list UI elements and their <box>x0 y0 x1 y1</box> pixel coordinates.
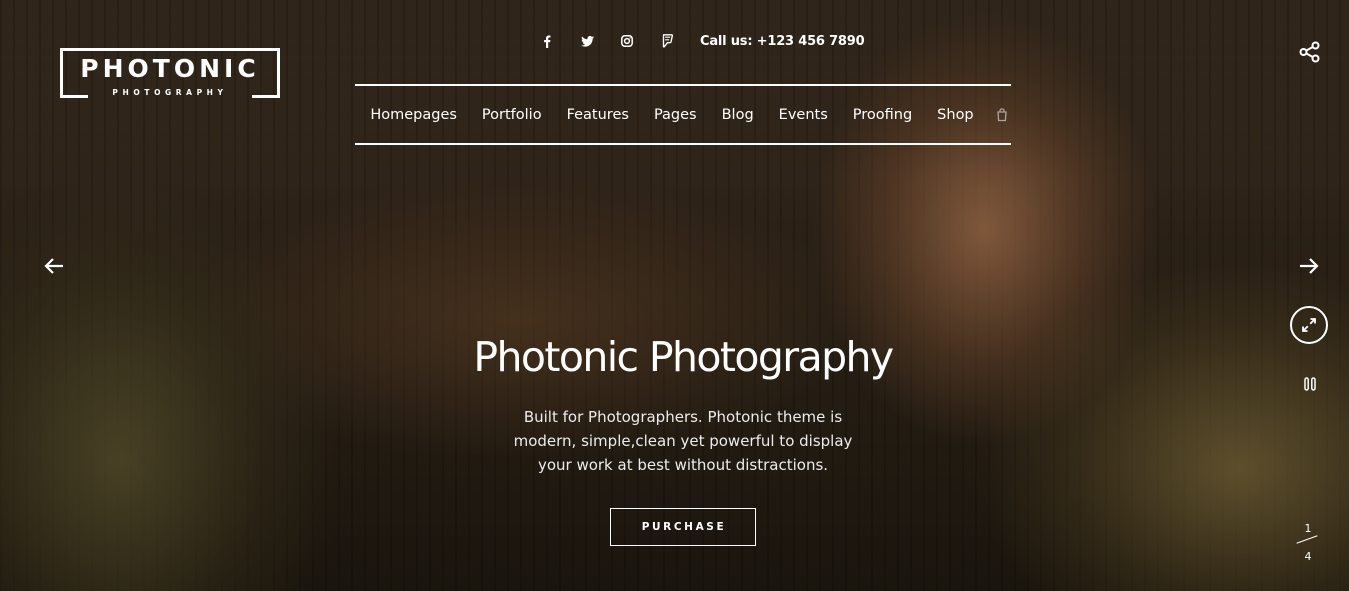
twitter-icon[interactable] <box>580 34 594 48</box>
slide-description: Built for Photographers. Photonic theme … <box>513 408 853 474</box>
logo-text: PHOTONIC <box>80 54 260 83</box>
slide-total: 4 <box>1304 550 1312 563</box>
main-nav: Homepages Portfolio Features Pages Blog … <box>355 84 1011 145</box>
arrow-right-icon[interactable] <box>1297 254 1321 278</box>
nav-item-proofing[interactable]: Proofing <box>853 107 912 123</box>
facebook-icon[interactable] <box>540 34 554 48</box>
instagram-icon[interactable] <box>620 34 634 48</box>
nav-item-events[interactable]: Events <box>779 107 828 123</box>
phone-number: Call us: +123 456 7890 <box>700 33 865 49</box>
slide-title: Photonic Photography <box>473 333 894 381</box>
top-bar: Call us: +123 456 7890 <box>540 30 865 52</box>
foursquare-icon[interactable] <box>660 34 674 48</box>
nav-item-homepages[interactable]: Homepages <box>370 107 457 123</box>
logo-subtext: PHOTOGRAPHY <box>112 88 228 97</box>
nav-item-blog[interactable]: Blog <box>722 107 754 123</box>
nav-item-shop[interactable]: Shop <box>937 107 973 123</box>
purchase-button[interactable]: PURCHASE <box>610 508 756 546</box>
arrow-left-icon[interactable] <box>42 254 66 278</box>
nav-item-portfolio[interactable]: Portfolio <box>482 107 542 123</box>
slide-caption: Photonic Photography Built for Photograp… <box>0 326 1349 546</box>
share-icon[interactable] <box>1299 41 1323 65</box>
nav-item-features[interactable]: Features <box>567 107 629 123</box>
site-logo[interactable]: PHOTONIC PHOTOGRAPHY <box>60 48 280 98</box>
nav-item-pages[interactable]: Pages <box>654 107 697 123</box>
hero-slider: PHOTONIC PHOTOGRAPHY Call us: +123 456 7… <box>0 0 1349 591</box>
search-icon[interactable] <box>996 107 1008 122</box>
